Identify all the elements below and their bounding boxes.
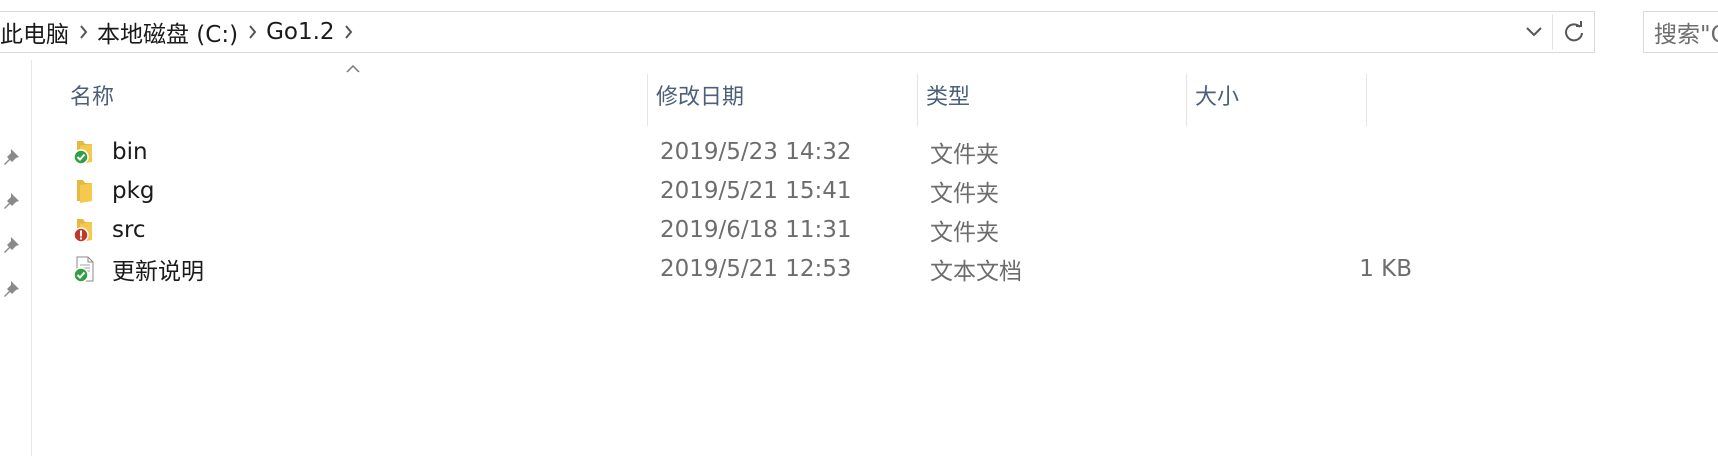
chevron-right-icon[interactable]: [73, 17, 93, 47]
file-name: bin: [112, 139, 148, 165]
file-name: src: [112, 217, 146, 243]
file-row-pkg[interactable]: pkg 2019/5/21 15:41 文件夹: [62, 171, 1362, 211]
file-size: [1182, 171, 1412, 211]
column-header-label: 类型: [926, 85, 971, 110]
file-type: 文件夹: [930, 142, 999, 168]
column-header-label: 名称: [70, 85, 115, 110]
address-bar[interactable]: 此电脑 本地磁盘 (C:) Go1.2: [0, 11, 1595, 53]
pin-icon[interactable]: [2, 190, 24, 212]
column-header-size[interactable]: 大小: [1187, 74, 1367, 126]
file-name: 更新说明: [112, 259, 204, 285]
pin-icon[interactable]: [2, 146, 24, 168]
text-file-icon: [73, 256, 94, 283]
file-row-readme[interactable]: 更新说明 2019/5/21 12:53 文本文档 1 KB: [62, 249, 1412, 289]
file-date: 2019/5/21 12:53: [660, 256, 852, 282]
column-header-date[interactable]: 修改日期: [648, 74, 918, 126]
search-input[interactable]: 搜索"Go1.2": [1643, 11, 1718, 53]
chevron-right-icon[interactable]: [339, 17, 359, 47]
column-header-label: 大小: [1195, 85, 1240, 110]
refresh-button[interactable]: [1554, 12, 1594, 52]
file-size: [1182, 210, 1412, 250]
column-header-label: 修改日期: [656, 85, 745, 110]
sort-ascending-icon: [346, 64, 360, 73]
column-divider[interactable]: [1366, 74, 1367, 126]
folder-icon: [73, 141, 92, 165]
folder-icon: [77, 180, 92, 203]
refresh-icon: [1565, 21, 1583, 42]
file-date: 2019/5/21 15:41: [660, 178, 852, 204]
breadcrumb-go12[interactable]: Go1.2: [262, 19, 338, 45]
file-type: 文件夹: [930, 220, 999, 246]
folder-icon: [73, 219, 92, 243]
file-date: 2019/5/23 14:32: [660, 139, 852, 165]
chevron-down-icon: [1526, 27, 1542, 37]
file-row-bin[interactable]: bin 2019/5/23 14:32 文件夹: [62, 132, 1362, 172]
file-name: pkg: [112, 178, 155, 204]
pin-icon[interactable]: [2, 234, 24, 256]
file-size: [1182, 132, 1412, 172]
breadcrumb-local-disk[interactable]: 本地磁盘 (C:): [93, 15, 242, 49]
file-date: 2019/6/18 11:31: [660, 217, 852, 243]
file-type: 文件夹: [930, 181, 999, 207]
navigation-pane-edge[interactable]: [31, 60, 32, 456]
file-row-src[interactable]: src 2019/6/18 11:31 文件夹: [62, 210, 1362, 250]
column-header-type[interactable]: 类型: [918, 74, 1187, 126]
column-header-name[interactable]: 名称: [62, 74, 648, 126]
pin-icon[interactable]: [2, 278, 24, 300]
chevron-right-icon[interactable]: [242, 17, 262, 47]
address-history-dropdown-button[interactable]: [1516, 12, 1552, 52]
file-size: 1 KB: [1359, 256, 1412, 282]
file-type: 文本文档: [930, 259, 1022, 285]
breadcrumb-this-pc[interactable]: 此电脑: [0, 15, 73, 49]
address-divider: [1552, 14, 1553, 50]
